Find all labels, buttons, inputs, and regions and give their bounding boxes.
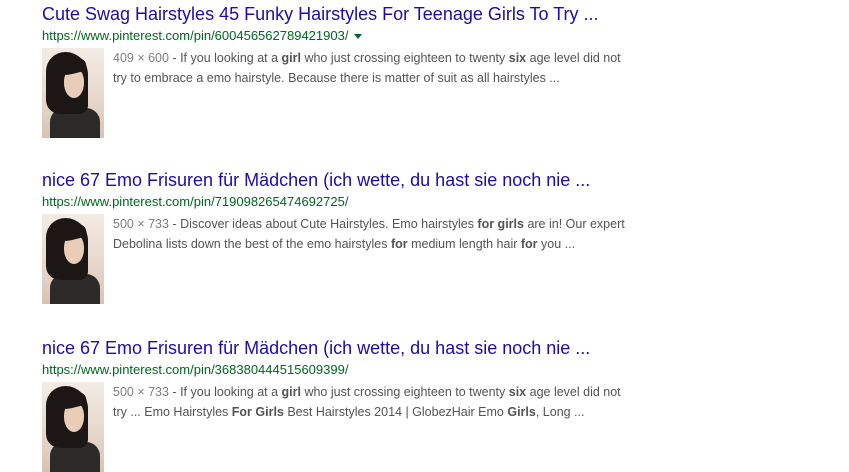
snippet-line: 500 × 733 - Discover ideas about Cute Ha… <box>113 214 658 234</box>
snippet-line: Debolina lists down the best of the emo … <box>113 234 658 254</box>
search-result: nice 67 Emo Frisuren für Mädchen (ich we… <box>42 169 662 304</box>
snippet-text: try ... Emo Hairstyles <box>113 405 232 419</box>
result-title-link[interactable]: Cute Swag Hairstyles 45 Funky Hairstyles… <box>42 3 662 25</box>
result-thumbnail[interactable] <box>42 214 104 304</box>
result-body: 409 × 600 - If you looking at a girl who… <box>42 48 662 138</box>
result-body: 500 × 733 - If you looking at a girl who… <box>42 382 662 472</box>
snippet-highlight: Girls <box>507 405 536 419</box>
image-dimensions: 500 × 733 <box>113 217 169 231</box>
snippet-text: try to embrace a emo hairstyle. Because … <box>113 71 560 85</box>
result-snippet: 500 × 733 - If you looking at a girl who… <box>113 382 658 472</box>
snippet-highlight: For Girls <box>231 405 284 419</box>
snippet-text: - Discover ideas about Cute Hairstyles. … <box>168 217 478 231</box>
result-thumbnail[interactable] <box>42 382 104 472</box>
snippet-text: who just crossing eighteen to twenty <box>300 385 509 399</box>
snippet-highlight: for girls <box>477 217 524 231</box>
search-result: Cute Swag Hairstyles 45 Funky Hairstyles… <box>42 3 662 138</box>
caret-down-icon[interactable] <box>354 34 363 40</box>
snippet-line: 500 × 733 - If you looking at a girl who… <box>113 382 658 402</box>
snippet-highlight: for <box>520 237 538 251</box>
result-thumbnail[interactable] <box>42 48 104 138</box>
snippet-highlight: for <box>390 237 408 251</box>
snippet-text: , Long ... <box>535 405 585 419</box>
result-url[interactable]: https://www.pinterest.com/pin/6004565627… <box>42 28 348 43</box>
result-url[interactable]: https://www.pinterest.com/pin/3683804445… <box>42 362 348 377</box>
image-dimensions: 500 × 733 <box>113 385 169 399</box>
snippet-line: 409 × 600 - If you looking at a girl who… <box>113 48 658 68</box>
snippet-text: - If you looking at a <box>168 51 282 65</box>
result-snippet: 409 × 600 - If you looking at a girl who… <box>113 48 658 138</box>
snippet-text: who just crossing eighteen to twenty <box>300 51 509 65</box>
snippet-text: Debolina lists down the best of the emo … <box>113 237 391 251</box>
snippet-text: age level did not <box>526 385 621 399</box>
snippet-highlight: girl <box>281 51 301 65</box>
result-url[interactable]: https://www.pinterest.com/pin/7190982654… <box>42 194 348 209</box>
result-title-link[interactable]: nice 67 Emo Frisuren für Mädchen (ich we… <box>42 337 662 359</box>
search-result: nice 67 Emo Frisuren für Mädchen (ich we… <box>42 337 662 472</box>
snippet-highlight: six <box>508 51 527 65</box>
result-body: 500 × 733 - Discover ideas about Cute Ha… <box>42 214 662 304</box>
snippet-text: Best Hairstyles 2014 | GlobezHair Emo <box>283 405 508 419</box>
image-dimensions: 409 × 600 <box>113 51 169 65</box>
snippet-text: are in! Our expert <box>523 217 625 231</box>
result-url-line: https://www.pinterest.com/pin/7190982654… <box>42 193 662 210</box>
result-title-link[interactable]: nice 67 Emo Frisuren für Mädchen (ich we… <box>42 169 662 191</box>
snippet-line: try ... Emo Hairstyles For Girls Best Ha… <box>113 402 658 422</box>
snippet-text: you ... <box>537 237 576 251</box>
snippet-text: - If you looking at a <box>168 385 282 399</box>
result-snippet: 500 × 733 - Discover ideas about Cute Ha… <box>113 214 658 304</box>
result-url-line: https://www.pinterest.com/pin/6004565627… <box>42 27 662 44</box>
snippet-highlight: girl <box>281 385 301 399</box>
snippet-line: try to embrace a emo hairstyle. Because … <box>113 68 658 88</box>
snippet-text: age level did not <box>526 51 621 65</box>
snippet-text: medium length hair <box>407 237 521 251</box>
snippet-highlight: six <box>508 385 527 399</box>
result-url-line: https://www.pinterest.com/pin/3683804445… <box>42 361 662 378</box>
